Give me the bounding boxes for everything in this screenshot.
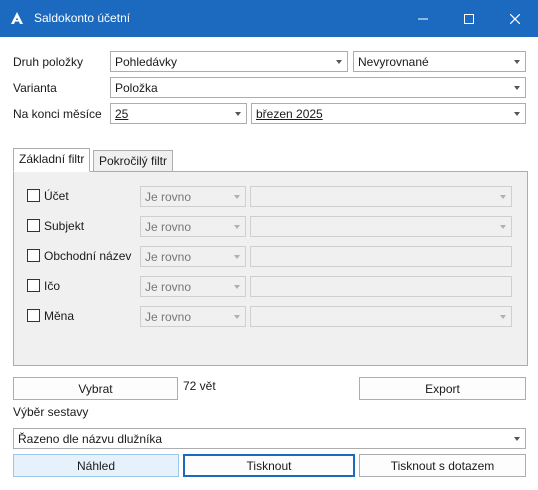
- subjekt-checkbox[interactable]: [27, 219, 40, 232]
- chevron-down-icon: [500, 225, 506, 229]
- maximize-button[interactable]: [446, 0, 492, 37]
- druh-polozky-select[interactable]: Pohledávky: [110, 51, 348, 72]
- record-count: 72 vět: [183, 379, 216, 393]
- ucet-checkbox[interactable]: [27, 189, 40, 202]
- minimize-icon: [418, 14, 428, 24]
- chevron-down-icon: [336, 60, 342, 64]
- druh-polozky-label: Druh položky: [13, 55, 84, 69]
- ucet-value-select[interactable]: [250, 186, 512, 207]
- varianta-select[interactable]: Položka: [110, 77, 526, 98]
- druh-polozky-value: Pohledávky: [115, 55, 178, 69]
- obchodni-nazev-checkbox[interactable]: [27, 249, 40, 262]
- tab-zakladni-filtr[interactable]: Základní filtr: [13, 148, 91, 172]
- chevron-down-icon: [500, 315, 506, 319]
- chevron-down-icon: [235, 112, 241, 116]
- subjekt-value-select[interactable]: [250, 216, 512, 237]
- close-button[interactable]: [492, 0, 538, 37]
- sestava-value: Řazeno dle názvu dlužníka: [18, 432, 163, 446]
- ucet-label: Účet: [44, 189, 69, 203]
- chevron-down-icon: [514, 86, 520, 90]
- vyber-sestavy-label: Výběr sestavy: [13, 405, 89, 419]
- varianta-label: Varianta: [13, 81, 57, 95]
- chevron-down-icon: [514, 112, 520, 116]
- tab-pokrocily-filtr[interactable]: Pokročilý filtr: [93, 150, 174, 172]
- subjekt-operator-value: Je rovno: [145, 220, 192, 234]
- tisknout-s-dotazem-button[interactable]: Tisknout s dotazem: [359, 454, 526, 477]
- chevron-down-icon: [500, 195, 506, 199]
- chevron-down-icon: [514, 60, 520, 64]
- subjekt-operator-select[interactable]: Je rovno: [140, 216, 246, 237]
- export-button[interactable]: Export: [359, 377, 526, 400]
- mena-checkbox[interactable]: [27, 309, 40, 322]
- ucet-operator-select[interactable]: Je rovno: [140, 186, 246, 207]
- mena-label: Měna: [44, 309, 75, 323]
- sestava-select[interactable]: Řazeno dle názvu dlužníka: [13, 428, 526, 449]
- chevron-down-icon: [514, 437, 520, 441]
- mena-value-select[interactable]: [250, 306, 512, 327]
- title-bar[interactable]: Saldokonto účetní: [0, 0, 538, 37]
- stav-select[interactable]: Nevyrovnané: [353, 51, 526, 72]
- stav-value: Nevyrovnané: [358, 55, 429, 69]
- close-icon: [510, 13, 520, 24]
- vybrat-button[interactable]: Vybrat: [13, 377, 178, 400]
- mesic-select[interactable]: březen 2025: [251, 103, 526, 124]
- chevron-down-icon: [234, 285, 240, 289]
- mesic-value: březen 2025: [256, 107, 323, 121]
- ico-operator-value: Je rovno: [145, 280, 192, 294]
- obchodni-nazev-operator-value: Je rovno: [145, 250, 192, 264]
- chevron-down-icon: [234, 255, 240, 259]
- obchodni-nazev-label: Obchodní název: [44, 249, 132, 263]
- subjekt-label: Subjekt: [44, 219, 85, 233]
- chevron-down-icon: [234, 225, 240, 229]
- ico-operator-select[interactable]: Je rovno: [140, 276, 246, 297]
- tisknout-button[interactable]: Tisknout: [183, 454, 355, 477]
- ucet-operator-value: Je rovno: [145, 190, 192, 204]
- chevron-down-icon: [234, 195, 240, 199]
- mena-operator-select[interactable]: Je rovno: [140, 306, 246, 327]
- app-logo-icon: [10, 11, 24, 25]
- window-title: Saldokonto účetní: [34, 11, 131, 25]
- nahled-button[interactable]: Náhled: [13, 454, 179, 477]
- na-konci-mesice-label: Na konci měsíce: [13, 107, 102, 121]
- mena-operator-value: Je rovno: [145, 310, 192, 324]
- minimize-button[interactable]: [400, 0, 446, 37]
- chevron-down-icon: [234, 315, 240, 319]
- ico-label: Ičo: [44, 279, 61, 293]
- den-value: 25: [115, 107, 129, 121]
- varianta-value: Položka: [115, 81, 158, 95]
- den-select[interactable]: 25: [110, 103, 247, 124]
- obchodni-nazev-value-field[interactable]: [250, 246, 512, 267]
- ico-value-field[interactable]: [250, 276, 512, 297]
- ico-checkbox[interactable]: [27, 279, 40, 292]
- obchodni-nazev-operator-select[interactable]: Je rovno: [140, 246, 246, 267]
- maximize-icon: [464, 13, 474, 24]
